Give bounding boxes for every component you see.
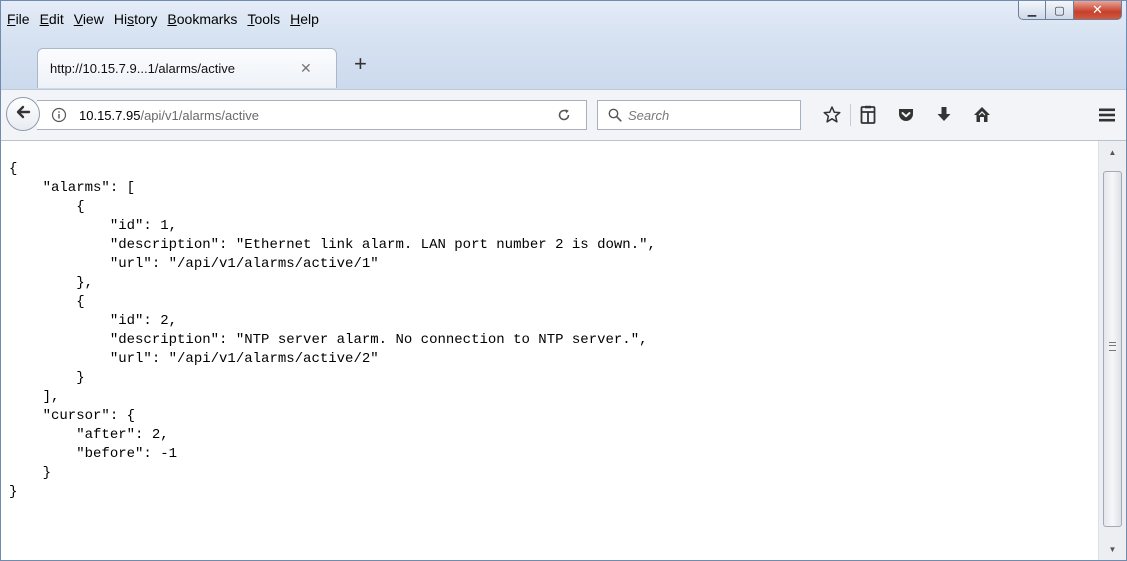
json-line: "after": 2, [9,427,169,443]
minimize-button[interactable]: ▁ [1018,1,1046,20]
json-line: ], [9,389,60,405]
menu-item-history[interactable]: History [114,11,158,27]
vertical-scrollbar[interactable]: ▲ ▼ [1098,141,1126,560]
url-text: 10.15.7.95/api/v1/alarms/active [79,108,259,123]
menu-item-edit[interactable]: Edit [40,11,64,27]
json-line: }, [9,275,94,291]
json-line: "url": "/api/v1/alarms/active/1" [9,256,379,272]
json-line: "description": "Ethernet link alarm. LAN… [9,237,656,253]
json-line: { [9,294,85,310]
scroll-thumb[interactable] [1103,171,1122,527]
reader-view-icon[interactable] [857,104,879,126]
json-line: "id": 1, [9,218,178,234]
json-line: "description": "NTP server alarm. No con… [9,332,648,348]
home-icon[interactable] [971,104,993,126]
json-line: "before": -1 [9,446,178,462]
info-icon[interactable] [51,107,67,123]
menu-items: File Edit View History Bookmarks Tools Help [7,11,329,27]
reload-icon[interactable] [556,107,572,123]
url-path: /api/v1/alarms/active [140,107,259,123]
url-bar[interactable]: 10.15.7.95/api/v1/alarms/active [37,100,587,130]
menu-item-help[interactable]: Help [290,11,319,27]
tab-strip: http://10.15.7.9...1/alarms/active ✕ + [1,39,1126,89]
toolbar-separator [850,104,851,126]
download-icon[interactable] [933,104,955,126]
back-arrow-icon [13,102,33,127]
close-icon: ✕ [1092,2,1103,17]
navigation-bar: 10.15.7.95/api/v1/alarms/active Search [1,89,1126,141]
maximize-icon: ▢ [1054,4,1065,17]
tab-close-icon[interactable]: ✕ [300,60,312,77]
json-line: "id": 2, [9,313,178,329]
url-host: 10.15.7.95 [79,107,141,123]
scroll-down-arrow-icon[interactable]: ▼ [1099,540,1126,558]
json-line: "alarms": [ [9,180,136,196]
bookmark-star-icon[interactable] [821,104,843,126]
menu-bar: File Edit View History Bookmarks Tools Help ▁ … [1,1,1126,39]
tab-active[interactable]: http://10.15.7.9...1/alarms/active ✕ [37,48,337,88]
window-controls: ▁ ▢ ✕ [1018,1,1122,20]
scroll-up-arrow-icon[interactable]: ▲ [1099,143,1126,161]
menu-item-file[interactable]: File [7,11,30,27]
page-content: { "alarms": [ { "id": 1, "description": … [1,141,1098,560]
close-window-button[interactable]: ✕ [1074,1,1122,20]
json-line: } [9,370,85,386]
menu-item-view[interactable]: View [74,11,104,27]
scroll-grip-icon [1109,342,1116,351]
json-view: { "alarms": [ { "id": 1, "description": … [1,141,1098,502]
json-line: { [9,161,18,177]
json-line: } [9,484,18,500]
browser-window: File Edit View History Bookmarks Tools Help ▁ … [0,0,1127,561]
search-icon [608,108,622,122]
minimize-icon: ▁ [1027,4,1037,17]
pocket-icon[interactable] [895,104,917,126]
search-placeholder: Search [628,107,670,123]
back-button[interactable] [6,97,40,131]
tab-title: http://10.15.7.9...1/alarms/active [50,61,235,76]
json-line: { [9,199,85,215]
maximize-button[interactable]: ▢ [1046,1,1074,20]
search-box[interactable]: Search [597,100,801,130]
menu-item-tools[interactable]: Tools [247,11,280,27]
menu-item-bookmarks[interactable]: Bookmarks [167,11,237,27]
hamburger-menu-icon[interactable] [1096,104,1118,126]
json-line: "url": "/api/v1/alarms/active/2" [9,351,379,367]
json-line: } [9,465,52,481]
json-line: "cursor": { [9,408,136,424]
new-tab-button[interactable]: + [354,53,367,75]
